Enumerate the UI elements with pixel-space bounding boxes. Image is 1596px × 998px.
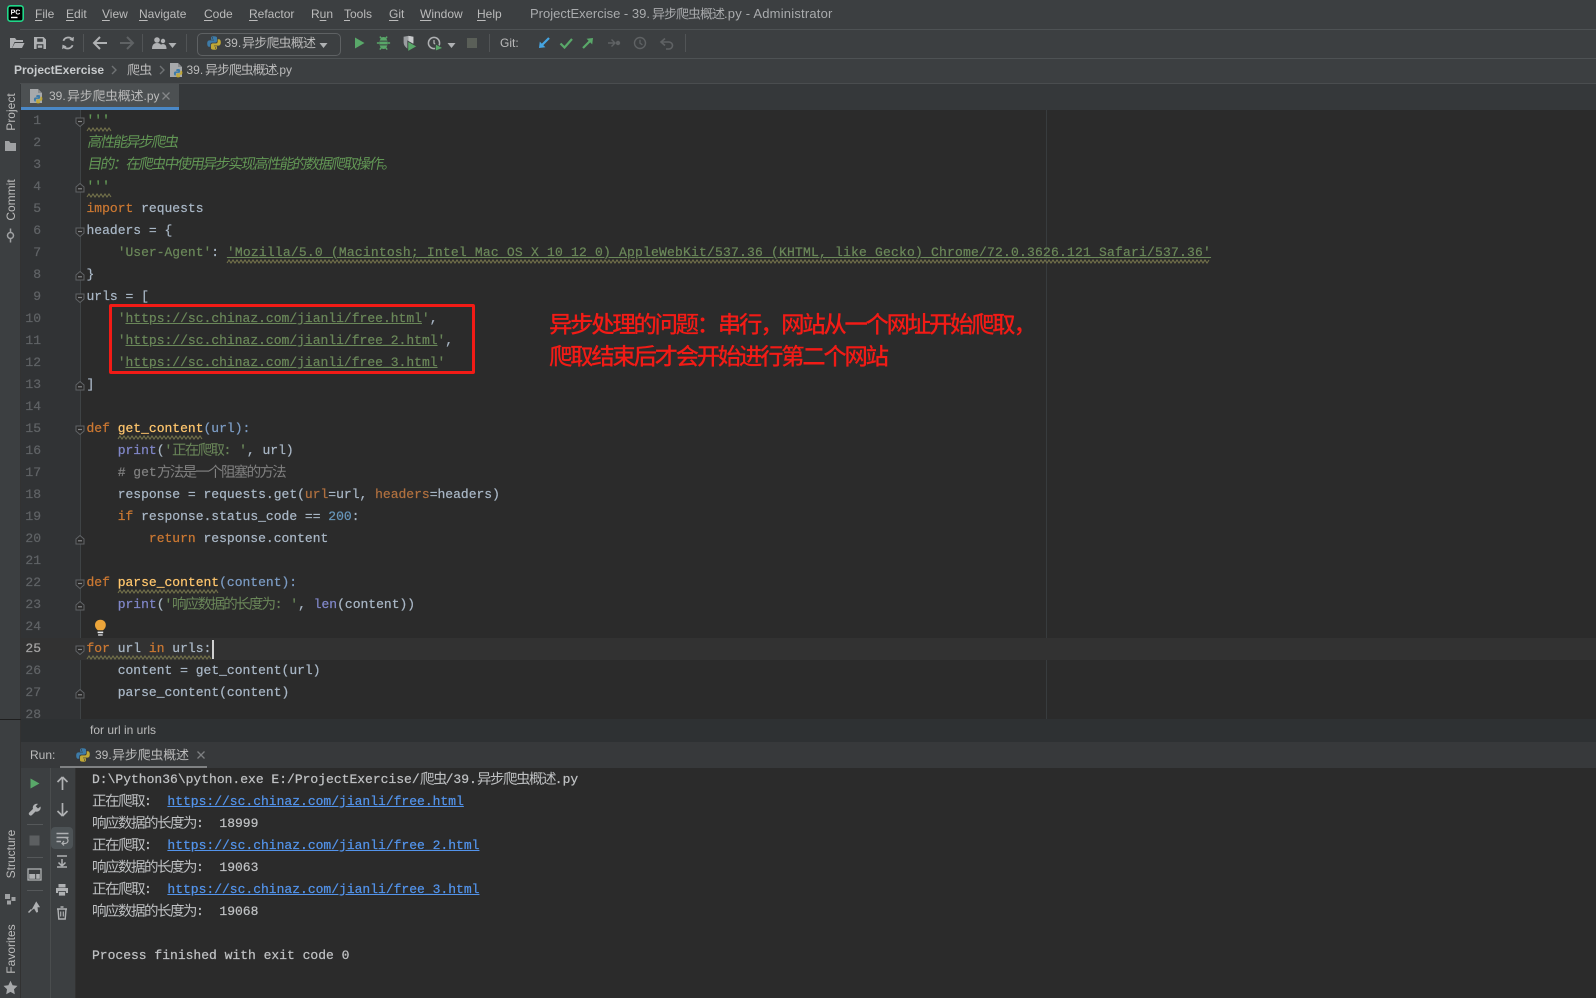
svg-text:PC: PC — [11, 9, 21, 16]
